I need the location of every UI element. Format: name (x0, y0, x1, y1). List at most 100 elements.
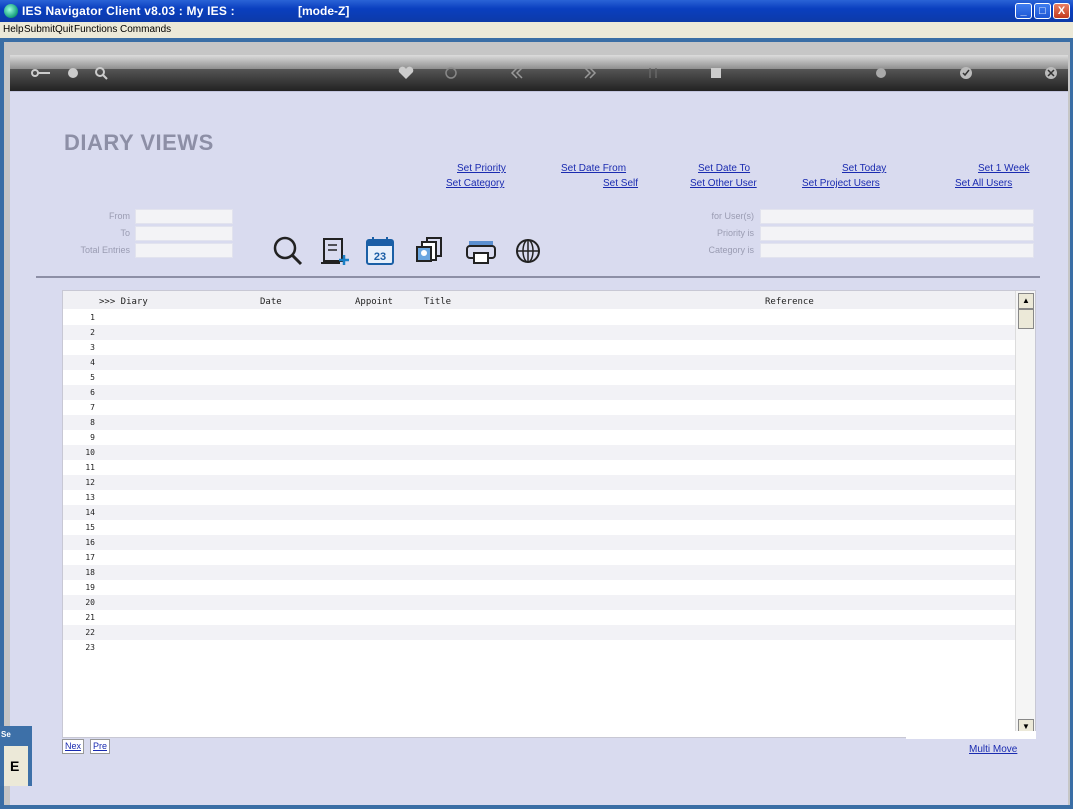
transfer-icon[interactable] (642, 63, 664, 83)
set-date-from-link[interactable]: Set Date From (561, 163, 626, 174)
table-row[interactable]: 21 (63, 610, 1015, 625)
table-row[interactable]: 4 (63, 355, 1015, 370)
prev-button[interactable]: Pre (90, 739, 111, 754)
table-row[interactable]: 16 (63, 535, 1015, 550)
print-icon[interactable] (870, 63, 892, 83)
diary-grid: >>> Diary Date Appoint Title Reference 1… (62, 290, 1036, 738)
from-label: From (109, 211, 130, 221)
set-today-link[interactable]: Set Today (842, 163, 886, 174)
vertical-scrollbar[interactable]: ▲ ▼ (1015, 291, 1035, 737)
table-row[interactable]: 9 (63, 430, 1015, 445)
column-appoint[interactable]: Appoint (355, 297, 393, 307)
grid-header: >>> Diary Date Appoint Title Reference (63, 291, 1015, 309)
side-tab-letter: E (10, 758, 20, 774)
table-row[interactable]: 19 (63, 580, 1015, 595)
calendar-icon[interactable]: 23 (362, 233, 398, 269)
for-users-label: for User(s) (711, 211, 755, 221)
table-row[interactable]: 10 (63, 445, 1015, 460)
table-row[interactable]: 3 (63, 340, 1015, 355)
close-button[interactable]: X (1053, 3, 1070, 19)
set-category-link[interactable]: Set Category (446, 178, 504, 189)
cancel-icon[interactable] (1040, 63, 1062, 83)
table-row[interactable]: 8 (63, 415, 1015, 430)
table-row[interactable]: 11 (63, 460, 1015, 475)
table-row[interactable]: 6 (63, 385, 1015, 400)
back-key-icon[interactable] (30, 63, 52, 83)
set-self-link[interactable]: Set Self (603, 178, 638, 189)
side-tab-label: Se (1, 730, 11, 739)
row-number: 4 (90, 358, 95, 367)
row-number: 15 (85, 523, 95, 532)
column-diary[interactable]: >>> Diary (99, 297, 148, 307)
table-row[interactable]: 17 (63, 550, 1015, 565)
globe-icon[interactable] (510, 233, 546, 269)
check-icon[interactable] (955, 63, 977, 83)
clock-icon[interactable] (440, 63, 462, 83)
row-number: 8 (90, 418, 95, 427)
rewind-icon[interactable] (505, 63, 527, 83)
from-field[interactable] (135, 209, 233, 224)
column-title[interactable]: Title (424, 297, 451, 307)
row-number: 1 (90, 313, 95, 322)
table-row[interactable]: 23 (63, 640, 1015, 655)
set-date-to-link[interactable]: Set Date To (698, 163, 750, 174)
row-number: 6 (90, 388, 95, 397)
table-row[interactable]: 12 (63, 475, 1015, 490)
side-taskbar-tab[interactable]: Se E (0, 726, 32, 786)
set-priority-link[interactable]: Set Priority (457, 163, 506, 174)
scroll-thumb[interactable] (1018, 309, 1034, 329)
calendar-day-text: 23 (374, 251, 386, 263)
table-row[interactable]: 22 (63, 625, 1015, 640)
forward-icon[interactable] (580, 63, 602, 83)
title-bar: IES Navigator Client v8.03 : My IES : [m… (0, 0, 1073, 22)
next-button[interactable]: Nex (62, 739, 85, 754)
table-row[interactable]: 14 (63, 505, 1015, 520)
printer-icon[interactable] (463, 233, 499, 269)
scroll-up-icon[interactable]: ▲ (1018, 293, 1034, 309)
row-number: 20 (85, 598, 95, 607)
set-project-users-link[interactable]: Set Project Users (802, 178, 880, 189)
magnifier-icon[interactable] (270, 233, 306, 269)
menu-quit[interactable]: Quit (55, 24, 73, 35)
table-row[interactable]: 15 (63, 520, 1015, 535)
table-row[interactable]: 7 (63, 400, 1015, 415)
table-row[interactable]: 13 (63, 490, 1015, 505)
menu-help[interactable]: Help (3, 24, 24, 35)
menu-functions[interactable]: Functions (74, 24, 117, 35)
contacts-icon[interactable] (413, 233, 449, 269)
maximize-button[interactable]: □ (1034, 3, 1051, 19)
row-number: 7 (90, 403, 95, 412)
table-row[interactable]: 5 (63, 370, 1015, 385)
minimize-button[interactable]: _ (1015, 3, 1032, 19)
heart-icon[interactable] (395, 63, 417, 83)
set-1-week-link[interactable]: Set 1 Week (978, 163, 1030, 174)
multi-move-link[interactable]: Multi Move (969, 744, 1017, 755)
row-number: 3 (90, 343, 95, 352)
category-field[interactable] (760, 243, 1034, 258)
help-icon[interactable] (62, 63, 84, 83)
menu-commands[interactable]: Commands (120, 24, 171, 35)
column-date[interactable]: Date (260, 297, 282, 307)
table-row[interactable]: 2 (63, 325, 1015, 340)
to-field[interactable] (135, 226, 233, 241)
table-row[interactable]: 20 (63, 595, 1015, 610)
set-all-users-link[interactable]: Set All Users (955, 178, 1012, 189)
table-row[interactable]: 18 (63, 565, 1015, 580)
search-icon[interactable] (90, 63, 112, 83)
row-number: 13 (85, 493, 95, 502)
toolbar (10, 55, 1068, 91)
priority-field[interactable] (760, 226, 1034, 241)
total-entries-field (135, 243, 233, 258)
new-document-icon[interactable] (318, 233, 354, 269)
stop-icon[interactable] (705, 63, 727, 83)
set-other-user-link[interactable]: Set Other User (690, 178, 757, 189)
priority-label: Priority is (716, 228, 754, 238)
row-number: 18 (85, 568, 95, 577)
menu-submit[interactable]: Submit (24, 24, 55, 35)
row-number: 22 (85, 628, 95, 637)
app-window: IES Navigator Client v8.03 : My IES : [m… (0, 0, 1073, 809)
for-users-field[interactable] (760, 209, 1034, 224)
column-reference[interactable]: Reference (765, 297, 814, 307)
row-number: 19 (85, 583, 95, 592)
table-row[interactable]: 1 (63, 310, 1015, 325)
